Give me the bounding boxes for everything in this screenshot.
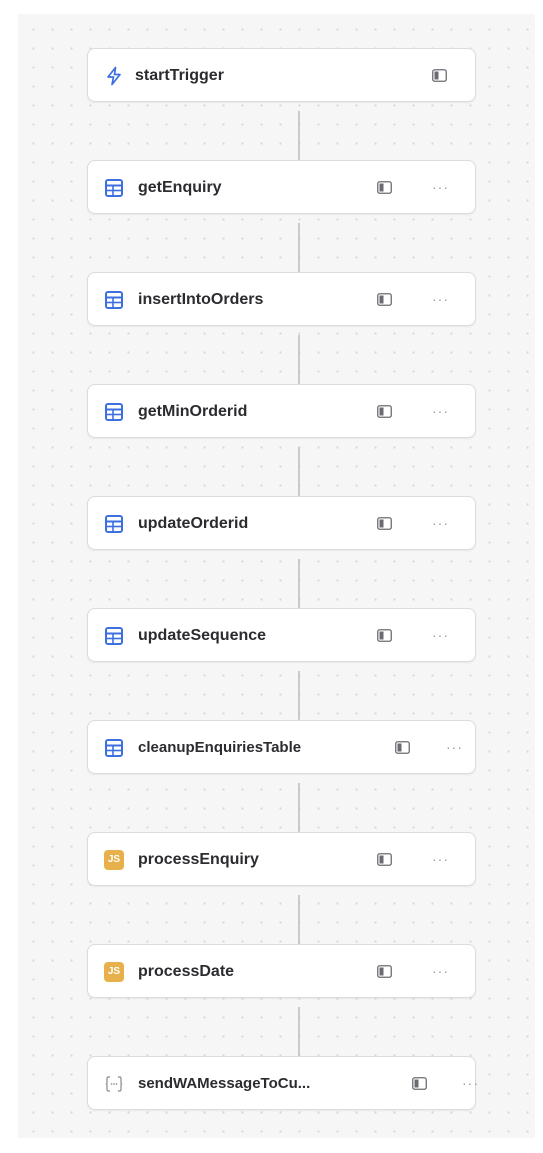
more-options-icon[interactable]: ··· (462, 1075, 479, 1091)
side-panel-icon[interactable] (377, 181, 392, 194)
node-label: insertIntoOrders (138, 291, 264, 308)
node-label: cleanupEnquiriesTable (138, 739, 302, 756)
node-label: startTrigger (135, 67, 224, 84)
workflow-node-get-min-orderid[interactable]: getMinOrderid ··· (87, 384, 476, 438)
side-panel-icon[interactable] (432, 69, 447, 82)
connector-line (298, 1007, 300, 1063)
table-icon (104, 626, 124, 646)
workflow-node-get-enquiry[interactable]: getEnquiry ··· (87, 160, 476, 214)
side-panel-icon[interactable] (377, 965, 392, 978)
table-icon (104, 738, 124, 758)
more-options-icon[interactable]: ··· (432, 851, 449, 867)
js-icon: JS (104, 962, 124, 982)
workflow-node-process-enquiry[interactable]: JS processEnquiry ··· (87, 832, 476, 886)
node-label: updateSequence (138, 627, 267, 644)
side-panel-icon[interactable] (377, 517, 392, 530)
more-options-icon[interactable]: ··· (432, 627, 449, 643)
node-label: processDate (138, 963, 235, 980)
workflow-node-update-orderid[interactable]: updateOrderid ··· (87, 496, 476, 550)
node-label: getEnquiry (138, 179, 222, 196)
workflow-node-start-trigger[interactable]: startTrigger (87, 48, 476, 102)
workflow-node-cleanup-enquiries-table[interactable]: cleanupEnquiriesTable ··· (87, 720, 476, 774)
node-label: updateOrderid (138, 515, 249, 532)
more-options-icon[interactable]: ··· (432, 291, 449, 307)
lightning-icon (104, 66, 124, 86)
workflow-node-process-date[interactable]: JS processDate ··· (87, 944, 476, 998)
node-label: getMinOrderid (138, 403, 248, 420)
workflow-node-insert-into-orders[interactable]: insertIntoOrders ··· (87, 272, 476, 326)
more-options-icon[interactable]: ··· (432, 963, 449, 979)
more-options-icon[interactable]: ··· (432, 403, 449, 419)
node-label: processEnquiry (138, 851, 259, 868)
more-options-icon[interactable]: ··· (432, 515, 449, 531)
more-options-icon[interactable]: ··· (432, 179, 449, 195)
side-panel-icon[interactable] (412, 1077, 427, 1090)
side-panel-icon[interactable] (377, 293, 392, 306)
workflow-node-send-wa-message[interactable]: sendWAMessageToCu... ··· (87, 1056, 479, 1110)
workflow-node-update-sequence[interactable]: updateSequence ··· (87, 608, 476, 662)
more-options-icon[interactable]: ··· (446, 739, 463, 755)
table-icon (104, 290, 124, 310)
side-panel-icon[interactable] (377, 629, 392, 642)
side-panel-icon[interactable] (377, 853, 392, 866)
code-block-icon (104, 1074, 124, 1094)
node-label: sendWAMessageToCu... (138, 1075, 311, 1092)
table-icon (104, 402, 124, 422)
table-icon (104, 514, 124, 534)
js-icon: JS (104, 850, 124, 870)
side-panel-icon[interactable] (395, 741, 410, 754)
side-panel-icon[interactable] (377, 405, 392, 418)
table-icon (104, 178, 124, 198)
